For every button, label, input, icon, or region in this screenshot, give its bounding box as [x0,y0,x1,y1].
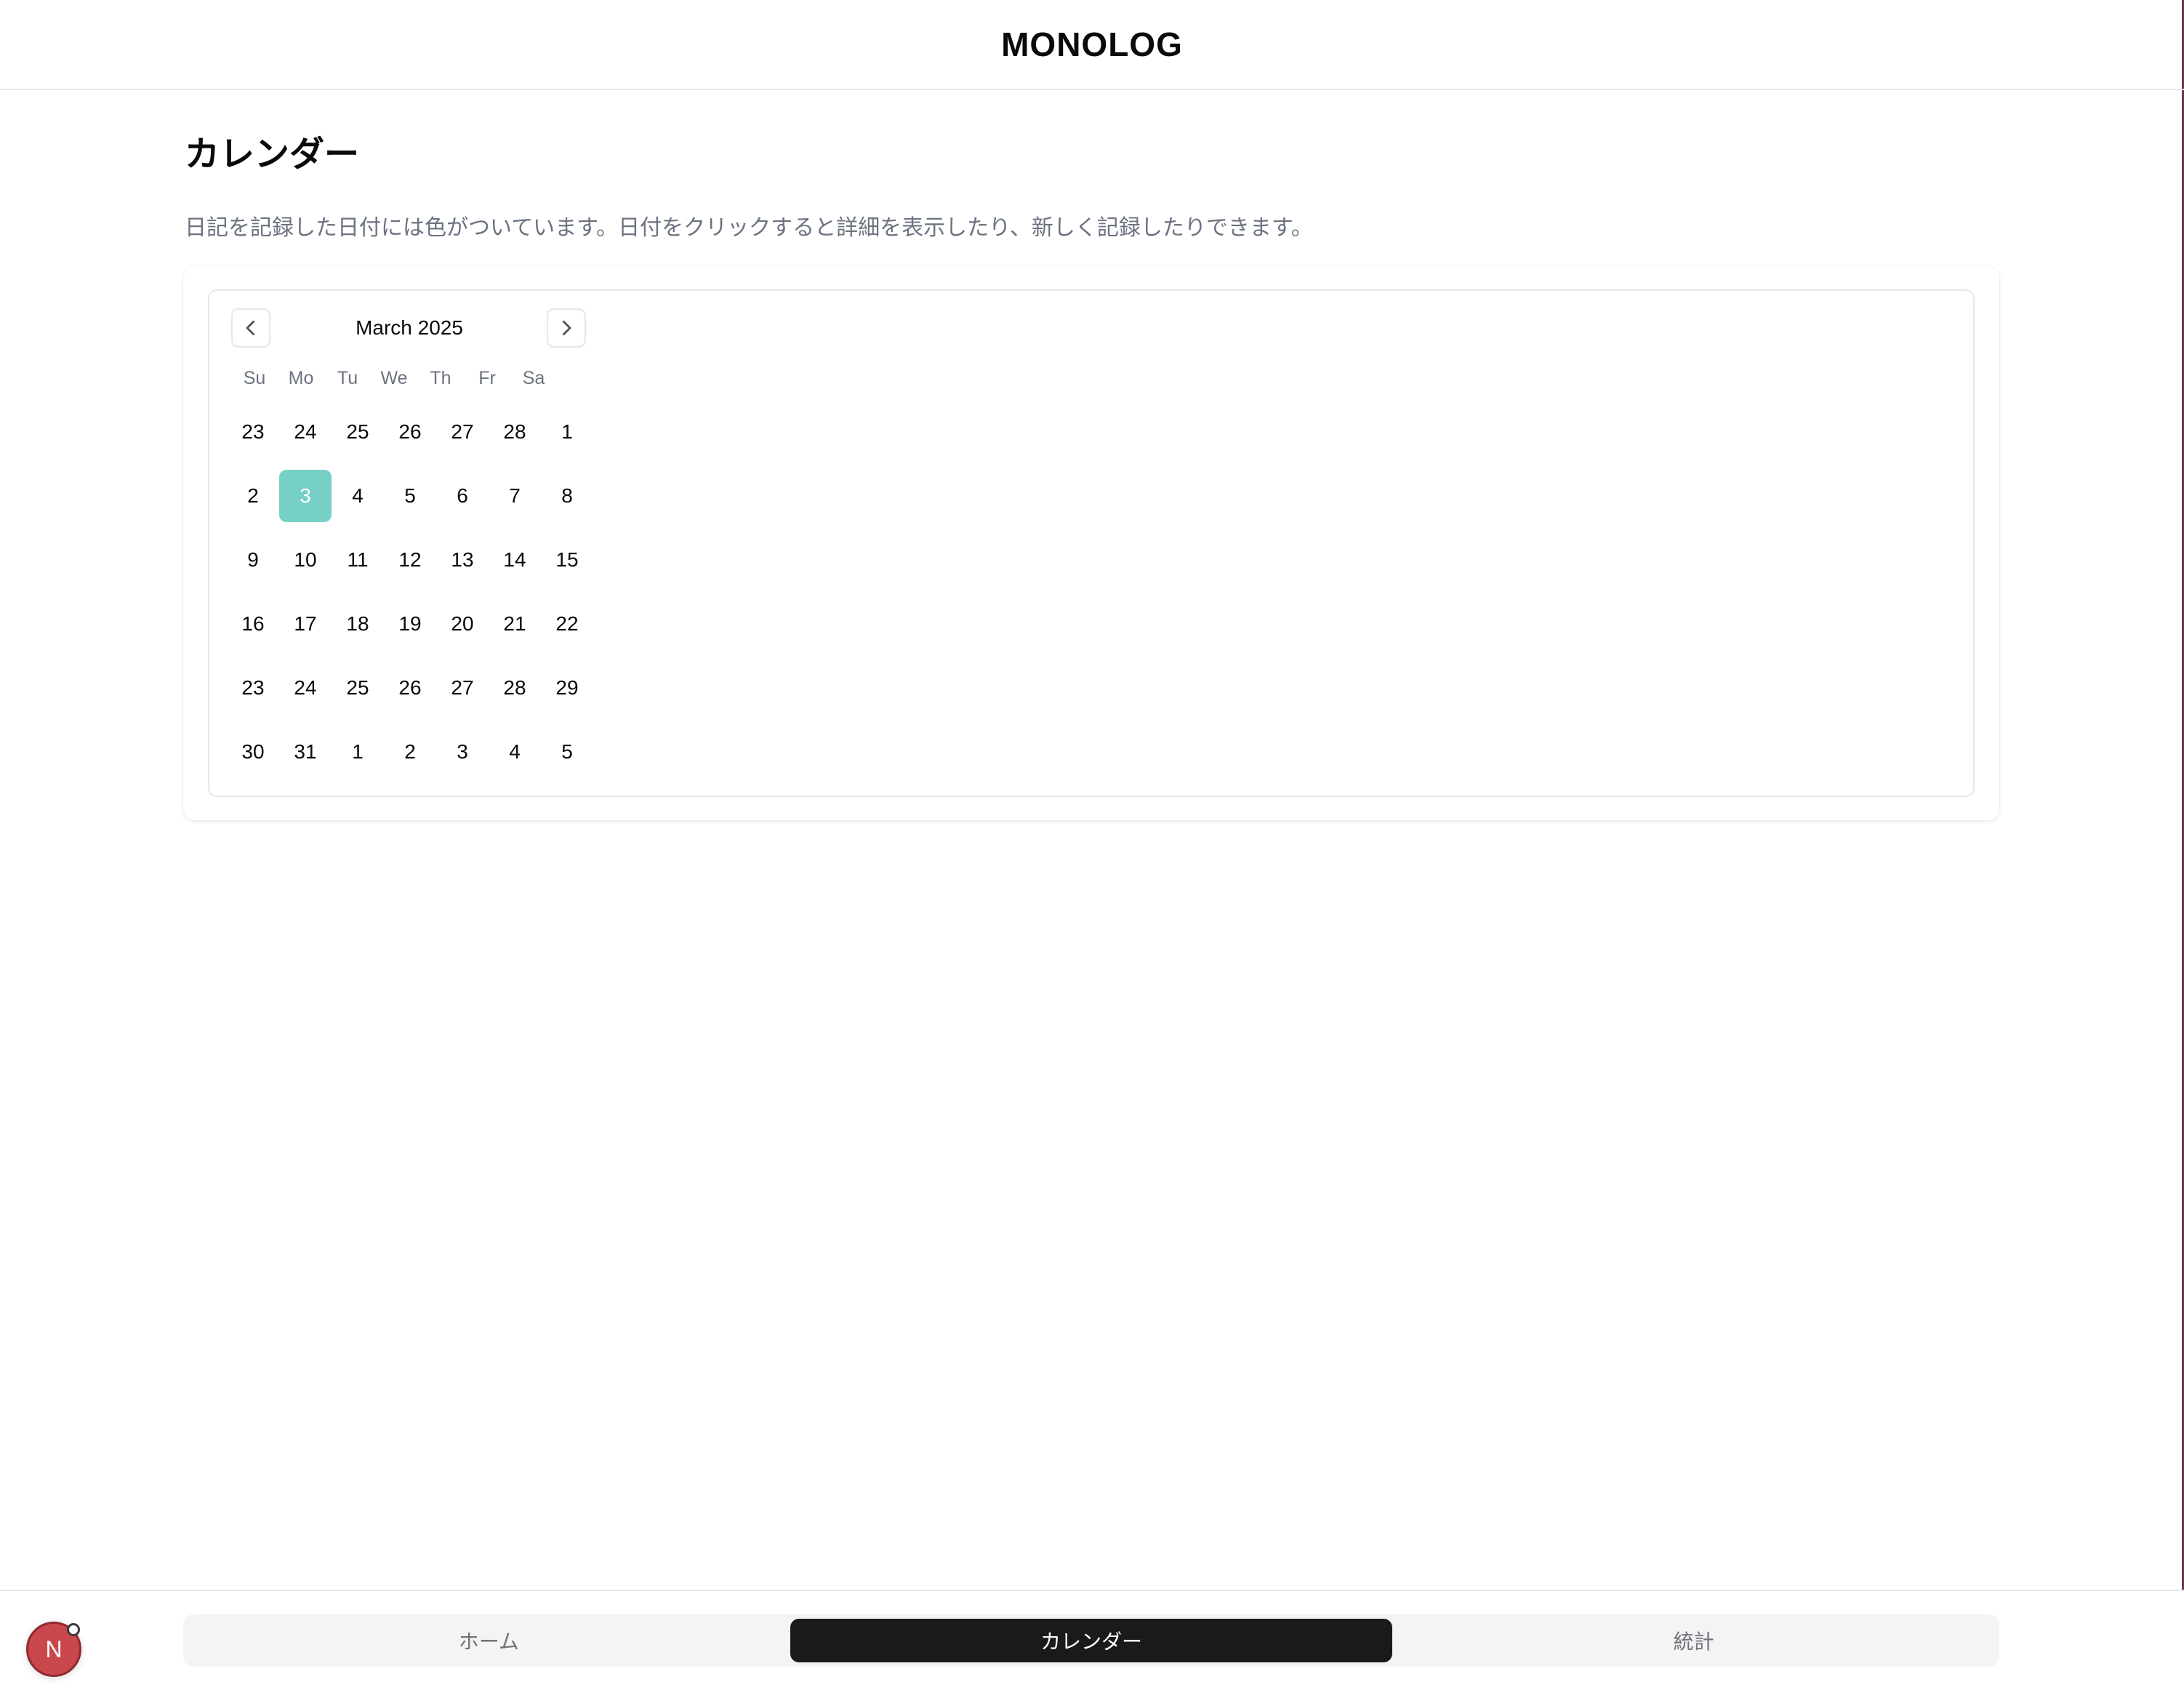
calendar-day[interactable]: 15 [541,534,593,586]
calendar-day[interactable]: 19 [384,598,436,650]
calendar-day[interactable]: 16 [227,598,279,650]
top-bar: MONOLOG [0,0,2184,90]
calendar-day[interactable]: 8 [541,470,593,522]
next-month-button[interactable] [547,308,586,348]
calendar-day[interactable]: 5 [384,470,436,522]
avatar-initial: N [45,1635,63,1662]
calendar-day[interactable]: 4 [332,470,384,522]
weekday-header-row: Su Mo Tu We Th Fr Sa [231,368,557,394]
calendar-day[interactable]: 1 [332,726,384,778]
month-label: March 2025 [356,316,463,339]
calendar-day[interactable]: 18 [332,598,384,650]
calendar-day[interactable]: 28 [489,406,541,458]
weekday-label: Su [243,368,266,388]
calendar-day[interactable]: 29 [541,662,593,714]
calendar-day[interactable]: 27 [436,406,489,458]
calendar-day[interactable]: 22 [541,598,593,650]
calendar-day[interactable]: 25 [332,662,384,714]
calendar-day[interactable]: 13 [436,534,489,586]
calendar-day[interactable]: 1 [541,406,593,458]
tab-home[interactable]: ホーム [188,1619,790,1662]
calendar-day[interactable]: 17 [279,598,332,650]
calendar-day[interactable]: 11 [332,534,384,586]
calendar-day[interactable]: 21 [489,598,541,650]
calendar-week-row: 2345678 [227,470,593,522]
calendar-week-row: 16 17 18 19 20 21 22 [227,598,593,650]
weekday-label: Tu [337,368,358,388]
page-title: カレンダー [185,135,360,174]
calendar-day[interactable]: 25 [332,406,384,458]
calendar-grid: 23 24 25 26 27 28 1 2 3 4 5 6 7 8 9 10 11 12 13 14 15 16 17 18 1… [227,406,593,790]
calendar-day[interactable]: 12 [384,534,436,586]
calendar-day[interactable]: 3 [436,726,489,778]
weekday-label: We [380,368,408,388]
tab-calendar[interactable]: カレンダー [790,1619,1393,1662]
page-description: 日記を記録した日付には色がついています。日付をクリックすると詳細を表示したり、新… [185,216,1313,240]
tab-bar: ホーム カレンダー 統計 [183,1614,1999,1667]
calendar-week-row: 23 24 25 26 27 28 29 [227,662,593,714]
previous-month-button[interactable] [231,308,270,348]
calendar-day[interactable]: 2 [227,470,279,522]
calendar-week-row: 30 31 1 2 3 4 5 [227,726,593,778]
chevron-left-icon [246,320,255,336]
calendar-day[interactable]: 26 [384,662,436,714]
calendar-day[interactable]: 7 [489,470,541,522]
calendar-day[interactable]: 24 [279,662,332,714]
calendar-day[interactable]: 27 [436,662,489,714]
calendar-day[interactable]: 9 [227,534,279,586]
calendar-header: March 2025 [231,308,587,349]
weekday-label: Th [430,368,451,388]
calendar-day[interactable]: 2 [384,726,436,778]
chevron-right-icon [562,320,571,336]
page: MONOLOG カレンダー 日記を記録した日付には色がついています。日付をクリッ… [0,0,2184,1690]
app-title: MONOLOG [1001,25,1183,63]
calendar-day[interactable]: 20 [436,598,489,650]
calendar-week-row: 9 10 11 12 13 14 15 [227,534,593,586]
calendar-week-row: 23 24 25 26 27 28 1 [227,406,593,458]
avatar-status-dot [67,1623,80,1636]
calendar-day[interactable]: 10 [279,534,332,586]
calendar-day[interactable]: 4 [489,726,541,778]
weekday-label: Sa [522,368,545,388]
calendar-day[interactable]: 31 [279,726,332,778]
calendar-day[interactable]: 28 [489,662,541,714]
calendar-day[interactable]: 5 [541,726,593,778]
calendar-day[interactable]: 23 [227,662,279,714]
calendar-day[interactable]: 30 [227,726,279,778]
weekday-label: Fr [478,368,496,388]
calendar-day[interactable]: 24 [279,406,332,458]
tab-stats[interactable]: 統計 [1392,1619,1995,1662]
weekday-label: Mo [288,368,314,388]
calendar-day[interactable]: 23 [227,406,279,458]
calendar-day-selected[interactable]: 3 [279,470,332,522]
calendar-day[interactable]: 26 [384,406,436,458]
calendar-day[interactable]: 14 [489,534,541,586]
calendar-day[interactable]: 6 [436,470,489,522]
